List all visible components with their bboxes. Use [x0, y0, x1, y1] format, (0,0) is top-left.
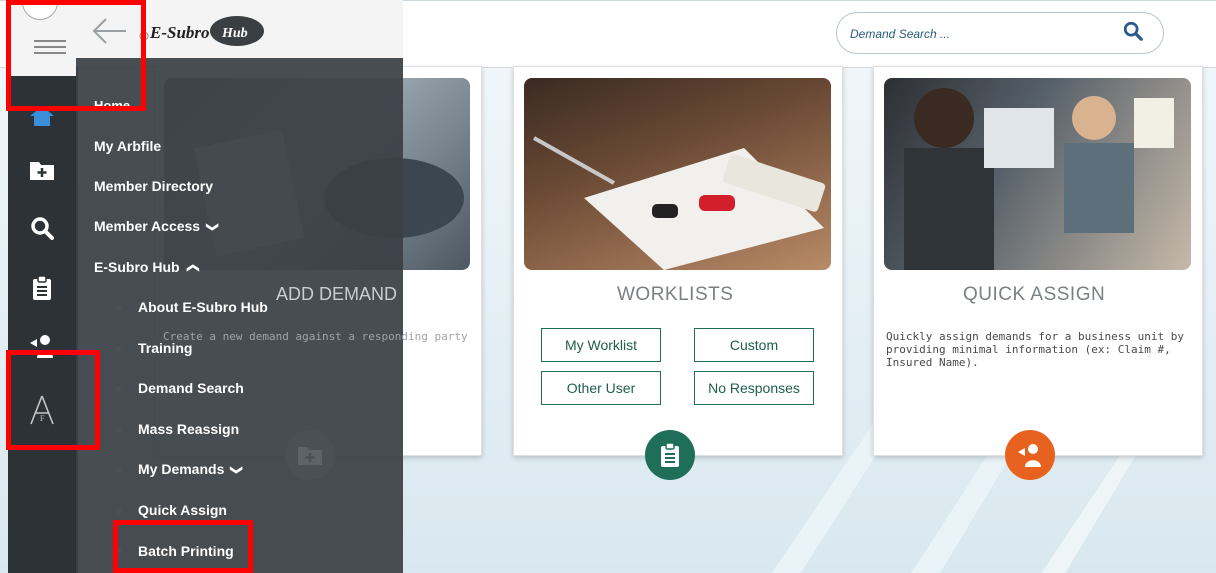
navigation-menu	[76, 58, 403, 573]
quick-assign-description: Quickly assign demands for a business un…	[886, 330, 1185, 369]
submenu-my-demands[interactable]: My Demands ❯	[138, 461, 245, 477]
rail-clipboard-icon[interactable]	[22, 270, 62, 306]
svg-text:Hub: Hub	[221, 26, 248, 41]
arbfile-logo-icon[interactable]: F	[22, 392, 62, 428]
no-responses-button[interactable]: No Responses	[694, 371, 814, 405]
person-assign-icon	[1018, 444, 1041, 467]
bullet-dot	[116, 346, 122, 352]
worklists-image	[524, 78, 831, 270]
bullet-dot	[116, 427, 122, 433]
quick-assign-title: QUICK ASSIGN	[963, 284, 1106, 305]
add-folder-icon[interactable]	[22, 152, 62, 188]
submenu-about-esubro-hub[interactable]: About E-Subro Hub	[138, 299, 268, 315]
add-demand-description: Create a new demand against a responding…	[163, 330, 468, 343]
other-user-button[interactable]: Other User	[541, 371, 661, 405]
search-placeholder: Demand Search ...	[850, 27, 951, 41]
custom-button[interactable]: Custom	[694, 328, 814, 362]
bullet-dot	[116, 305, 122, 311]
clipboard-icon	[661, 442, 679, 467]
rail-assign-icon[interactable]	[22, 328, 62, 364]
chevron-down-icon: ❯	[230, 464, 245, 476]
bullet-dot	[116, 386, 122, 392]
search-icon[interactable]	[1122, 20, 1144, 42]
chevron-up-icon: ❯	[185, 262, 200, 274]
quick-assign-image	[884, 78, 1191, 270]
submenu-mass-reassign[interactable]: Mass Reassign	[138, 421, 239, 437]
rail-search-icon[interactable]	[22, 210, 62, 246]
worklists-title: WORKLISTS	[617, 284, 734, 305]
my-demands-label: My Demands	[138, 461, 225, 477]
app-frame: Demand Search ... WORKLISTS My Worklist …	[0, 0, 1216, 573]
worklists-badge[interactable]	[645, 430, 695, 480]
menu-item-home[interactable]: Home	[94, 98, 130, 113]
menu-item-esubro-hub[interactable]: E-Subro Hub ❯	[94, 259, 200, 275]
submenu-demand-search[interactable]: Demand Search	[138, 380, 244, 396]
esubro-hub-label: E-Subro Hub	[94, 259, 180, 275]
quick-assign-badge[interactable]	[1005, 430, 1055, 480]
chevron-down-icon: ❯	[206, 221, 221, 233]
submenu-training[interactable]: Training	[138, 340, 192, 356]
my-worklist-button[interactable]: My Worklist	[541, 328, 661, 362]
member-access-label: Member Access	[94, 218, 201, 234]
menu-item-my-arbfile[interactable]: My Arbfile	[94, 138, 161, 154]
menu-item-member-directory[interactable]: Member Directory	[94, 178, 213, 194]
back-arrow-icon[interactable]	[90, 16, 130, 46]
submenu-batch-printing[interactable]: Batch Printing	[138, 543, 234, 559]
hamburger-menu-icon[interactable]	[34, 36, 66, 60]
svg-text:E-Subro: E-Subro	[149, 23, 210, 42]
esubrohub-logo: E-Subro Hub	[139, 16, 264, 46]
menu-item-member-access[interactable]: Member Access ❯	[94, 218, 221, 234]
home-icon[interactable]	[22, 98, 62, 134]
svg-text:F: F	[40, 414, 45, 423]
add-demand-title: ADD DEMAND	[276, 284, 398, 304]
add-demand-badge[interactable]	[285, 430, 335, 480]
submenu-quick-assign[interactable]: Quick Assign	[138, 502, 227, 518]
bullet-dot	[116, 548, 122, 554]
add-folder-badge-icon	[298, 447, 322, 465]
bullet-dot	[116, 467, 122, 473]
bullet-dot	[116, 508, 122, 514]
